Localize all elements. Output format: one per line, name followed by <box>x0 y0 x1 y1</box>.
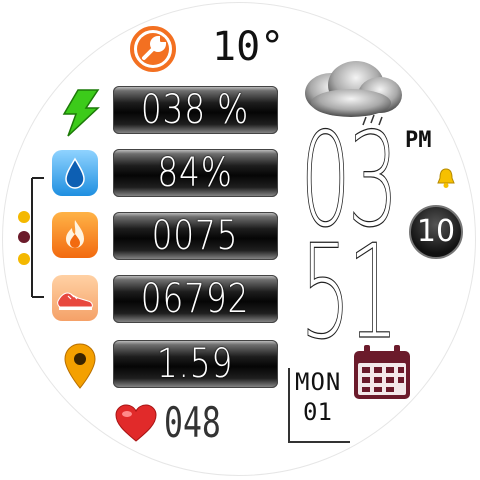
alarm-bell-icon[interactable] <box>434 166 458 190</box>
battery-bolt-icon <box>62 89 100 137</box>
calories-flame-icon <box>52 212 98 258</box>
heart-icon[interactable] <box>114 403 158 443</box>
side-indicator <box>18 177 44 298</box>
steps-shoe-icon <box>52 275 98 321</box>
time-minute: 51 <box>300 216 400 368</box>
wrench-settings-icon[interactable] <box>129 25 177 73</box>
steps-value: 06792 <box>140 276 250 322</box>
weekday-label: MON <box>295 368 342 396</box>
humidity-value: 84% <box>157 150 233 196</box>
temperature-value: 10° <box>212 24 285 70</box>
am-pm-indicator: PM <box>405 128 432 153</box>
watch-face: 10° 038 % 84% 0075 06792 1.59 048 03 51 … <box>0 0 480 480</box>
heart-rate-value: 048 <box>164 398 221 447</box>
calories-value: 0075 <box>151 213 239 259</box>
humidity-drop-icon <box>52 150 98 196</box>
location-pin-icon <box>64 343 96 389</box>
notification-badge[interactable]: 10 <box>409 205 463 259</box>
day-number: 01 <box>303 398 332 426</box>
calendar-icon[interactable] <box>350 343 414 403</box>
distance-value: 1.59 <box>156 341 234 387</box>
battery-value: 038 % <box>140 87 250 133</box>
